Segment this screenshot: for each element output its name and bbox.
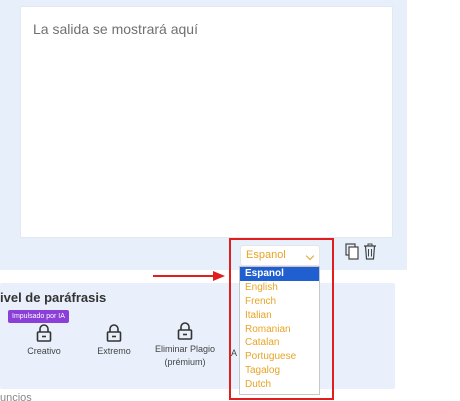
lock-icon	[177, 322, 193, 340]
bottom-partial-text: uncios	[0, 392, 32, 401]
mode-creativo[interactable]: Creativo	[22, 323, 66, 358]
mode-eliminar-plagio[interactable]: Eliminar Plagio (prémium)	[150, 321, 220, 369]
trash-icon[interactable]	[363, 243, 377, 260]
mode-label: Extremo	[97, 346, 131, 356]
paraphrase-level-panel: ivel de paráfrasis Impulsado por IA Crea…	[0, 283, 395, 389]
lock-icon	[36, 324, 52, 342]
ai-badge: Impulsado por IA	[8, 310, 69, 323]
mode-extremo[interactable]: Extremo	[92, 323, 136, 358]
output-panel: La salida se mostrará aquí	[0, 0, 407, 270]
mode-label: Eliminar Plagio	[154, 344, 216, 354]
mode-sublabel: (prémium)	[164, 357, 206, 367]
output-box[interactable]: La salida se mostrará aquí	[20, 6, 393, 238]
level-title: ivel de paráfrasis	[0, 290, 107, 305]
highlight-box	[229, 238, 334, 400]
output-placeholder: La salida se mostrará aquí	[33, 21, 198, 37]
lock-icon	[106, 324, 122, 342]
arrow-icon	[153, 271, 225, 281]
copy-icon[interactable]	[345, 243, 359, 260]
mode-label: Creativo	[27, 346, 61, 356]
